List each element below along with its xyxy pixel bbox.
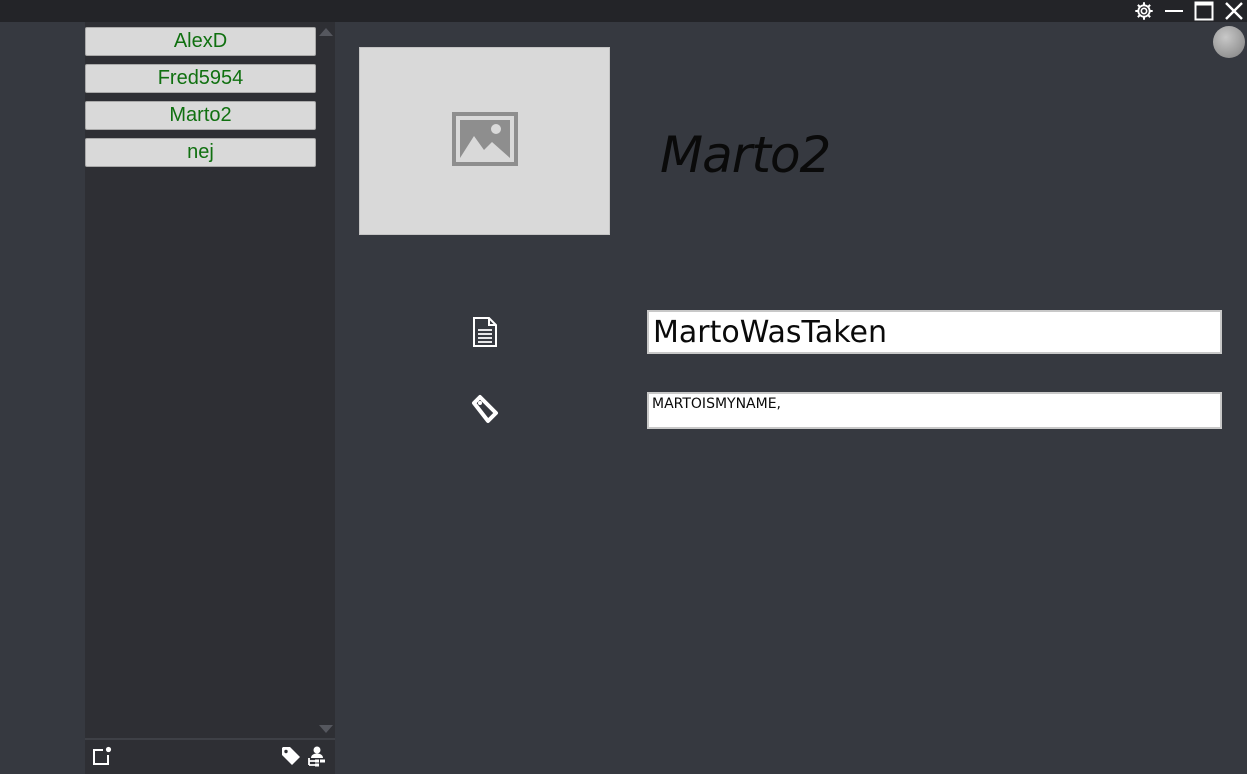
minimize-button[interactable] xyxy=(1160,0,1188,22)
maximize-button[interactable] xyxy=(1190,0,1218,22)
triangle-up-icon xyxy=(319,23,333,41)
user-button-marto2[interactable]: Marto2 xyxy=(85,101,316,130)
title-bar xyxy=(0,0,1247,22)
tags-field[interactable]: MARTOISMYNAME, xyxy=(647,392,1222,429)
settings-button[interactable] xyxy=(1130,0,1158,22)
user-button-nej[interactable]: nej xyxy=(85,138,316,167)
user-tree-icon xyxy=(305,745,327,772)
maximize-icon xyxy=(1194,1,1214,21)
user-button-fred5954[interactable]: Fred5954 xyxy=(85,64,316,93)
user-button-alexd[interactable]: AlexD xyxy=(85,27,316,56)
scroll-down-button[interactable] xyxy=(318,724,334,734)
image-placeholder-icon xyxy=(451,111,518,171)
triangle-down-icon xyxy=(319,720,333,738)
profile-image[interactable] xyxy=(359,47,610,235)
close-icon xyxy=(1224,1,1244,21)
user-hierarchy-button[interactable] xyxy=(304,746,328,770)
status-orb-button[interactable] xyxy=(1213,26,1245,58)
tags-button[interactable] xyxy=(279,746,303,770)
profile-name: Marto2 xyxy=(660,126,831,184)
document-icon xyxy=(470,316,500,348)
new-note-icon xyxy=(91,745,113,772)
tag-icon xyxy=(280,745,302,772)
sidebar-footer xyxy=(85,738,335,774)
user-list: AlexD Fred5954 Marto2 nej xyxy=(85,27,317,175)
scroll-up-button[interactable] xyxy=(318,27,334,37)
close-button[interactable] xyxy=(1220,0,1247,22)
display-name-field[interactable]: MartoWasTaken xyxy=(647,310,1222,354)
minimize-icon xyxy=(1164,1,1184,21)
user-sidebar: AlexD Fred5954 Marto2 nej xyxy=(85,22,335,774)
gear-icon xyxy=(1133,0,1155,22)
tag-icon xyxy=(470,394,500,426)
new-entry-button[interactable] xyxy=(90,746,114,770)
